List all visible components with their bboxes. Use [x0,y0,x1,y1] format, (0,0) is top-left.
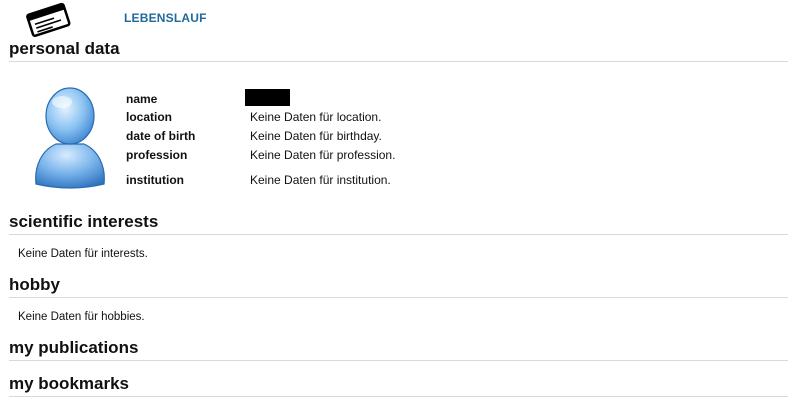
field-value-location: Keine Daten für location. [250,110,382,124]
section-heading-personal-data: personal data [9,39,788,62]
redacted-name-value [245,89,290,106]
hobby-text: Keine Daten für hobbies. [18,311,145,323]
field-value-date-of-birth: Keine Daten für birthday. [250,129,382,143]
field-value-institution: Keine Daten für institution. [250,173,391,187]
section-heading-scientific-interests: scientific interests [9,212,788,235]
section-heading-hobby: hobby [9,275,788,298]
id-card-icon [26,2,71,38]
page-title: LEBENSLAUF [124,11,207,25]
field-label-profession: profession [126,148,188,162]
field-label-name: name [126,92,158,106]
field-label-location: location [126,110,173,124]
field-value-profession: Keine Daten für profession. [250,148,396,162]
field-label-institution: institution [126,173,184,187]
interests-text: Keine Daten für interests. [18,248,148,260]
section-heading-my-bookmarks: my bookmarks [9,374,788,397]
user-avatar-icon [35,87,105,189]
section-heading-my-publications: my publications [9,338,788,361]
field-label-date-of-birth: date of birth [126,129,196,143]
